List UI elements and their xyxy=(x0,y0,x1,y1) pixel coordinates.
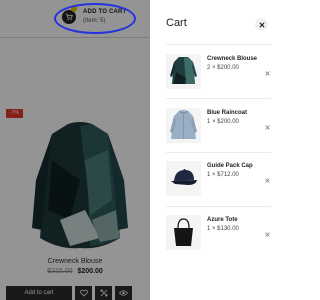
item-name[interactable]: Guide Pack Cap xyxy=(207,163,253,169)
close-icon xyxy=(264,124,270,130)
cart-item: Guide Pack Cap 1 × $712.00 xyxy=(166,161,271,199)
cart-item: Azure Tote 1 × $130.00 xyxy=(166,215,271,253)
item-divider xyxy=(166,152,271,153)
close-cart-button[interactable] xyxy=(255,18,268,31)
remove-item-button[interactable] xyxy=(263,230,271,238)
item-quantity-price: 1 × $712.00 xyxy=(207,172,239,178)
item-quantity-price: 1 × $200.00 xyxy=(207,119,239,125)
item-name[interactable]: Azure Tote xyxy=(207,217,238,223)
item-divider xyxy=(166,98,271,99)
cart-item: Blue Raincoat 1 × $200.00 xyxy=(166,108,271,146)
close-icon xyxy=(264,70,270,76)
item-thumbnail-raincoat[interactable] xyxy=(166,108,201,143)
item-quantity-price: 2 × $200.00 xyxy=(207,65,239,71)
close-icon xyxy=(264,177,270,183)
item-thumbnail-cap[interactable] xyxy=(166,161,201,196)
item-thumbnail-tote[interactable] xyxy=(166,215,201,250)
item-thumbnail-blouse[interactable] xyxy=(166,54,201,89)
cart-item: Crewneck Blouse 2 × $200.00 xyxy=(166,54,271,92)
cart-drawer: Cart Crewneck Blouse 2 × $200.00 Blue Ra… xyxy=(150,0,287,300)
close-icon xyxy=(258,21,265,28)
close-icon xyxy=(264,231,270,237)
highlight-ring xyxy=(54,3,136,34)
dim-overlay[interactable] xyxy=(0,0,150,300)
cart-title: Cart xyxy=(166,17,187,29)
item-quantity-price: 1 × $130.00 xyxy=(207,226,239,232)
remove-item-button[interactable] xyxy=(263,69,271,77)
item-divider xyxy=(166,44,271,45)
remove-item-button[interactable] xyxy=(263,176,271,184)
remove-item-button[interactable] xyxy=(263,123,271,131)
item-divider xyxy=(166,206,271,207)
item-name[interactable]: Blue Raincoat xyxy=(207,110,247,116)
item-name[interactable]: Crewneck Blouse xyxy=(207,56,257,62)
